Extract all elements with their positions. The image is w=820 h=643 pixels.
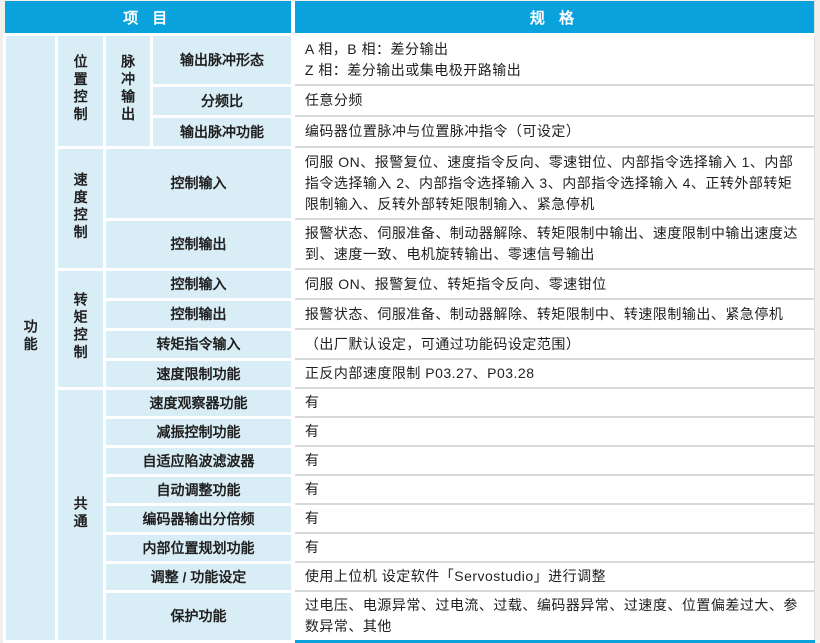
table-row: 内部位置规划功能 有 [5,533,815,562]
spec-cell: 伺服 ON、报警复位、速度指令反向、零速钳位、内部指令选择输入 1、内部指令选择… [293,147,815,219]
section-label-torque-control: 转矩控制 [57,269,105,388]
spec-cell: 有 [293,417,815,446]
table-row: 速度限制功能 正反内部速度限制 P03.27、P03.28 [5,359,815,388]
spec-cell: （出厂默认设定，可通过功能码设定范围） [293,329,815,359]
row-label: 输出脉冲形态 [152,35,293,86]
row-label: 保护功能 [105,591,293,642]
table-row: 控制输出 报警状态、伺服准备、制动器解除、转矩限制中、转速限制输出、紧急停机 [5,299,815,329]
table-row: 转矩控制 控制输入 伺服 ON、报警复位、转矩指令反向、零速钳位 [5,269,815,299]
table-row: 共通 速度观察器功能 有 [5,388,815,417]
row-label: 速度限制功能 [105,359,293,388]
section-label-common: 共通 [57,388,105,642]
table-row: 调整 / 功能设定 使用上位机 设定软件「Servostudio」进行调整 [5,562,815,591]
row-label: 内部位置规划功能 [105,533,293,562]
spec-cell: 有 [293,504,815,533]
row-label: 调整 / 功能设定 [105,562,293,591]
spec-cell: 有 [293,533,815,562]
table-row: 控制输出 报警状态、伺服准备、制动器解除、转矩限制中输出、速度限制中输出速度达到… [5,219,815,269]
function-group-cell: 功能 [5,35,57,642]
section-label-position-control: 位置控制 [57,35,105,148]
table-row: 自适应陷波滤波器 有 [5,446,815,475]
header-row: 项 目 规 格 [5,1,815,35]
spec-cell: 正反内部速度限制 P03.27、P03.28 [293,359,815,388]
col-header-item: 项 目 [5,1,293,35]
row-label: 速度观察器功能 [105,388,293,417]
table-row: 减振控制功能 有 [5,417,815,446]
page: 项 目 规 格 功能 位置控制 脉冲输出 输出脉冲形态 A 相，B 相：差分输出… [0,0,820,626]
row-label: 编码器输出分倍频 [105,504,293,533]
row-label: 控制输入 [105,269,293,299]
row-label: 控制输出 [105,219,293,269]
row-label: 转矩指令输入 [105,329,293,359]
row-label: 控制输入 [105,147,293,219]
spec-table: 项 目 规 格 功能 位置控制 脉冲输出 输出脉冲形态 A 相，B 相：差分输出… [3,1,815,643]
spec-cell: 任意分频 [293,85,815,116]
table-row: 保护功能 过电压、电源异常、过电流、过载、编码器异常、过速度、位置偏差过大、参数… [5,591,815,642]
subsection-label-pulse-output: 脉冲输出 [105,35,152,148]
spec-cell: 使用上位机 设定软件「Servostudio」进行调整 [293,562,815,591]
spec-cell: 编码器位置脉冲与位置脉冲指令（可设定） [293,116,815,147]
col-header-spec: 规 格 [293,1,815,35]
table-row: 速度控制 控制输入 伺服 ON、报警复位、速度指令反向、零速钳位、内部指令选择输… [5,147,815,219]
row-label: 输出脉冲功能 [152,116,293,147]
row-label: 自动调整功能 [105,475,293,504]
row-label: 控制输出 [105,299,293,329]
spec-cell: A 相，B 相：差分输出 Z 相：差分输出或集电极开路输出 [293,35,815,86]
spec-cell: 有 [293,446,815,475]
table-row: 功能 位置控制 脉冲输出 输出脉冲形态 A 相，B 相：差分输出 Z 相：差分输… [5,35,815,86]
row-label: 减振控制功能 [105,417,293,446]
spec-cell: 有 [293,475,815,504]
section-label-speed-control: 速度控制 [57,147,105,269]
row-label: 分频比 [152,85,293,116]
function-group-label: 功能 [22,319,38,354]
table-row: 编码器输出分倍频 有 [5,504,815,533]
spec-cell: 报警状态、伺服准备、制动器解除、转矩限制中、转速限制输出、紧急停机 [293,299,815,329]
spec-cell: 过电压、电源异常、过电流、过载、编码器异常、过速度、位置偏差过大、参数异常、其他 [293,591,815,642]
spec-cell: 伺服 ON、报警复位、转矩指令反向、零速钳位 [293,269,815,299]
spec-cell: 报警状态、伺服准备、制动器解除、转矩限制中输出、速度限制中输出速度达到、速度一致… [293,219,815,269]
spec-cell: 有 [293,388,815,417]
row-label: 自适应陷波滤波器 [105,446,293,475]
table-row: 转矩指令输入 （出厂默认设定，可通过功能码设定范围） [5,329,815,359]
table-row: 自动调整功能 有 [5,475,815,504]
